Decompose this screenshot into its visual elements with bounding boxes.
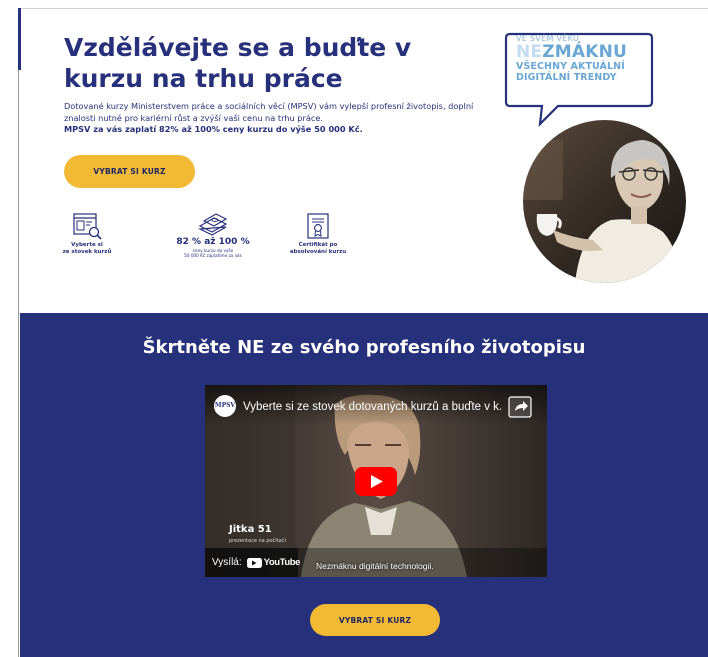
money-stack-icon bbox=[197, 213, 228, 236]
youtube-video-player[interactable]: MPSV Vyberte si ze stovek dotovaných kur… bbox=[205, 385, 547, 577]
hero-photo-woman-with-cup bbox=[523, 120, 686, 283]
hero-description: Dotované kurzy Ministerstvem práce a soc… bbox=[64, 101, 504, 136]
frame-top-border bbox=[18, 8, 708, 9]
speech-bubble-badge: VE SVÉM VĚKU NEZMÁKNU VŠECHNY AKTUÁLNÍ D… bbox=[500, 22, 656, 128]
video-person-subtitle: prezentace na počítači bbox=[229, 538, 286, 544]
feature-course-choice: Vyberte si ze stovek kurzů bbox=[60, 212, 114, 255]
hero-title: Vzdělávejte se a buďte v kurzu na trhu p… bbox=[64, 33, 412, 93]
feature-certificate-label: Certifikát po absolvování kurzu bbox=[289, 242, 347, 255]
video-caption: Nezmáknu digitální technologii. bbox=[316, 561, 434, 571]
channel-logo-text: MPSV bbox=[214, 402, 236, 409]
video-title[interactable]: Vyberte si ze stovek dotovaných kurzů a … bbox=[243, 401, 503, 413]
select-course-button[interactable]: VYBRAT SI KURZ bbox=[64, 155, 195, 188]
badge-line2-rest: ZMÁKNU bbox=[542, 42, 628, 62]
feature-list: Vyberte si ze stovek kurzů 82 % až 100 %… bbox=[60, 212, 390, 282]
feature-subsidy: 82 % až 100 % ceny kurzu do výše 50 000 … bbox=[168, 212, 258, 258]
badge-line3: VŠECHNY AKTUÁLNÍ bbox=[516, 61, 625, 72]
badge-line2-highlight: NE bbox=[516, 42, 543, 62]
watch-on-label: Vysílá: bbox=[212, 557, 242, 568]
feature-subsidy-headline: 82 % až 100 % bbox=[176, 237, 250, 247]
feature-course-choice-label: Vyberte si ze stovek kurzů bbox=[62, 242, 112, 255]
video-person-name: Jitka 51 bbox=[229, 524, 272, 535]
channel-logo[interactable]: MPSV bbox=[214, 395, 236, 417]
certificate-icon bbox=[307, 213, 329, 239]
badge-line4: DIGITÁLNÍ TRENDY bbox=[516, 72, 617, 83]
play-icon[interactable] bbox=[355, 467, 397, 496]
youtube-logo: YouTube bbox=[246, 557, 301, 568]
feature-certificate: Certifikát po absolvování kurzu bbox=[282, 212, 354, 255]
watch-on-youtube[interactable]: Vysílá: YouTube bbox=[205, 548, 301, 577]
hero-description-bold: MPSV za vás zaplatí 82% až 100% ceny kur… bbox=[64, 124, 363, 135]
select-course-button-bottom[interactable]: VYBRAT SI KURZ bbox=[310, 604, 440, 636]
hero-description-text: Dotované kurzy Ministerstvem práce a soc… bbox=[64, 101, 474, 123]
youtube-wordmark: YouTube bbox=[263, 557, 301, 568]
badge-text: VE SVÉM VĚKU NEZMÁKNU VŠECHNY AKTUÁLNÍ D… bbox=[516, 34, 640, 83]
feature-subsidy-label: ceny kurzu do výše 50 000 Kč zaplatíme z… bbox=[184, 248, 242, 259]
frame-left-border bbox=[18, 8, 19, 657]
share-icon[interactable] bbox=[508, 396, 532, 418]
course-catalog-icon bbox=[73, 213, 102, 240]
youtube-icon bbox=[246, 557, 262, 568]
frame-accent-bar bbox=[18, 8, 21, 70]
section-title: Škrtněte NE ze svého profesního životopi… bbox=[142, 337, 586, 358]
badge-line2: NEZMÁKNU bbox=[516, 43, 640, 61]
